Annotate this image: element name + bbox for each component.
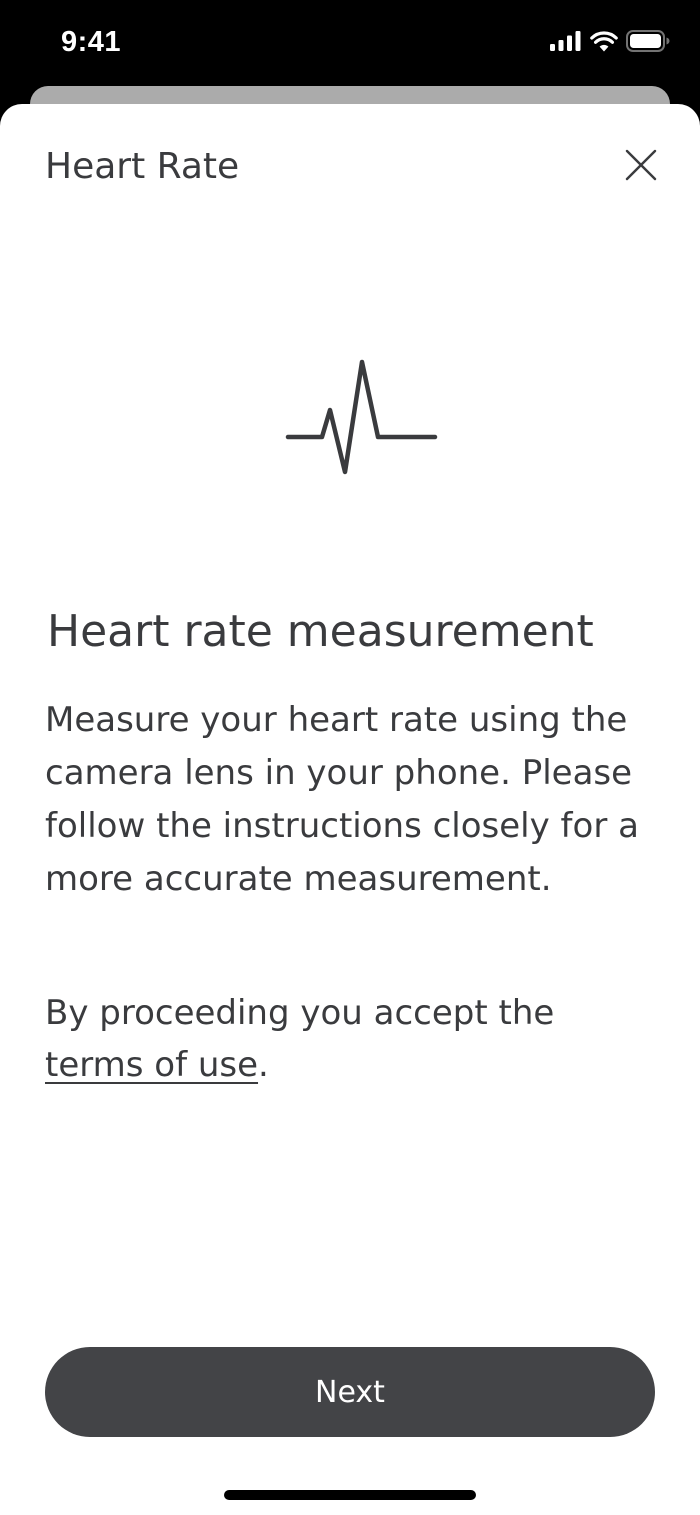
terms-notice: By proceeding you accept the terms of use… [45,987,665,1091]
close-button[interactable] [617,141,665,189]
description-text: Measure your heart rate using the camera… [45,700,639,899]
home-indicator [224,1490,476,1500]
app-screen: 9:41 Heart Rate Heart rate measurement M… [0,0,700,1515]
wifi-icon [590,30,618,51]
terms-of-use-link[interactable]: terms of use [45,1045,258,1085]
status-icons [550,30,670,52]
status-bar: 9:41 [0,0,700,86]
heartbeat-icon [285,359,438,475]
cellular-signal-icon [550,31,581,51]
page-heading: Heart rate measurement [47,606,594,657]
sheet-title: Heart Rate [45,146,240,187]
terms-suffix: . [258,1045,269,1085]
battery-icon [626,30,670,52]
terms-prefix: By proceeding you accept the [45,993,555,1033]
status-time: 9:41 [61,26,122,58]
close-icon [625,149,657,181]
next-button[interactable]: Next [45,1347,655,1437]
